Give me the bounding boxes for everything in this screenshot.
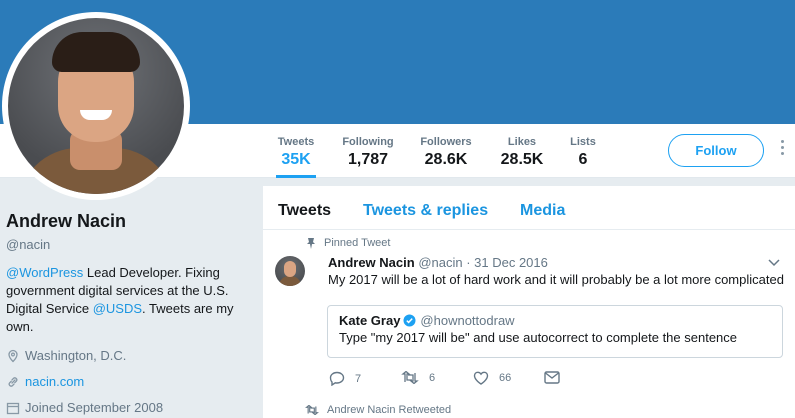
stat-value: 35K	[281, 151, 311, 168]
stat-likes[interactable]: Likes 28.5K	[498, 136, 546, 169]
reply-count: 7	[355, 372, 362, 385]
stat-value: 1,787	[347, 151, 389, 168]
calendar-icon	[6, 402, 20, 414]
website-link[interactable]: nacin.com	[25, 374, 84, 389]
chevron-down-icon[interactable]	[768, 259, 780, 267]
like-action[interactable]: 66	[473, 371, 511, 385]
quoted-handle: @hownottodraw	[420, 313, 515, 328]
retweet-icon	[305, 405, 319, 415]
retweet-icon	[401, 371, 419, 384]
quoted-author: Kate Gray	[339, 313, 401, 328]
retweet-action[interactable]: 6	[401, 371, 435, 384]
tab-tweets-and-replies[interactable]: Tweets & replies	[363, 202, 488, 220]
joined-text: Joined September 2008	[25, 400, 164, 415]
stat-value: 6	[578, 151, 588, 168]
quoted-tweet-header: Kate Gray @hownottodraw	[339, 313, 515, 328]
tab-media[interactable]: Media	[520, 202, 565, 220]
stat-label: Tweets	[277, 136, 315, 148]
stat-label: Followers	[420, 136, 472, 148]
message-action[interactable]	[544, 371, 570, 384]
profile-location: Washington, D.C.	[6, 348, 126, 363]
follow-button[interactable]: Follow	[668, 134, 764, 167]
location-text: Washington, D.C.	[25, 348, 127, 363]
location-icon	[8, 349, 18, 362]
reply-icon	[329, 371, 345, 386]
tweet-handle-date[interactable]: @nacin · 31 Dec 2016	[418, 255, 548, 270]
stat-value: 28.5K	[500, 151, 544, 168]
message-icon	[544, 371, 560, 384]
more-vertical-icon[interactable]	[778, 140, 786, 162]
reply-action[interactable]: 7	[329, 371, 361, 386]
retweet-count: 6	[429, 371, 436, 384]
tweet-author[interactable]: Andrew Nacin	[328, 255, 415, 270]
profile-joined: Joined September 2008	[6, 400, 163, 415]
stat-label: Lists	[570, 136, 596, 148]
stat-label: Likes	[507, 136, 537, 148]
pinned-text: Pinned Tweet	[324, 237, 391, 249]
like-count: 66	[499, 372, 512, 384]
verified-icon	[403, 314, 416, 327]
stat-label: Following	[342, 136, 394, 148]
bio-mention-wordpress[interactable]: @WordPress	[6, 265, 83, 280]
quoted-text: Type "my 2017 will be" and use autocorre…	[339, 330, 738, 345]
stat-following[interactable]: Following 1,787	[341, 136, 395, 169]
pin-icon	[307, 238, 315, 249]
tab-tweets[interactable]: Tweets	[278, 202, 331, 220]
stat-value: 28.6K	[424, 151, 468, 168]
bio-mention-usds[interactable]: @USDS	[93, 301, 142, 316]
profile-website[interactable]: nacin.com	[6, 374, 84, 389]
tweet-text: My 2017 will be a lot of hard work and i…	[328, 272, 784, 287]
tweet-avatar[interactable]	[275, 256, 305, 286]
retweet-context: Andrew Nacin Retweeted	[305, 404, 451, 416]
avatar[interactable]	[8, 18, 184, 194]
pinned-tweet-label: Pinned Tweet	[306, 237, 390, 249]
link-icon	[8, 376, 18, 387]
profile-bio: @WordPress Lead Developer. Fixing govern…	[6, 264, 246, 336]
profile-name[interactable]: Andrew Nacin	[6, 211, 126, 232]
profile-handle[interactable]: @nacin	[6, 237, 50, 252]
like-icon	[473, 371, 489, 385]
retweet-context-text[interactable]: Andrew Nacin Retweeted	[327, 404, 451, 416]
stat-tweets[interactable]: Tweets 35K	[276, 136, 316, 178]
stat-lists[interactable]: Lists 6	[568, 136, 598, 169]
tweet-header: Andrew Nacin @nacin · 31 Dec 2016	[328, 255, 548, 270]
stat-followers[interactable]: Followers 28.6K	[418, 136, 474, 169]
